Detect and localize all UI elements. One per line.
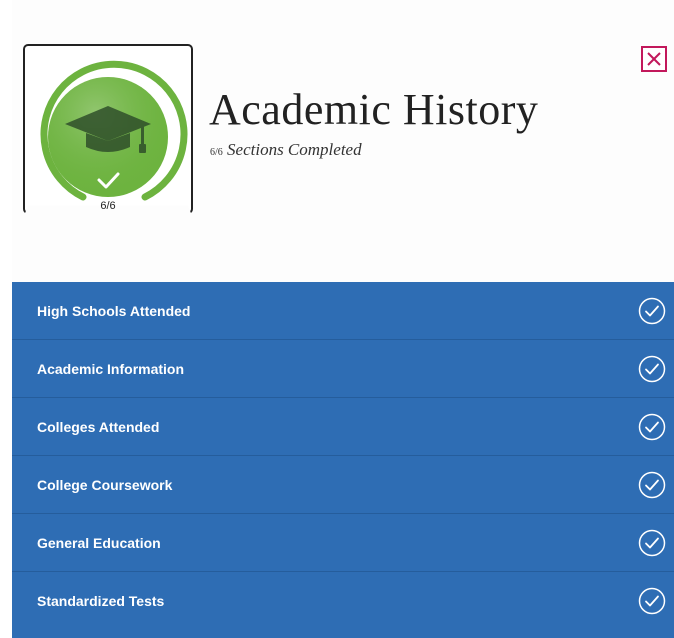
section-label: General Education	[37, 534, 161, 551]
close-icon	[647, 52, 661, 66]
section-row-standardized-tests[interactable]: Standardized Tests	[12, 572, 674, 630]
section-label: Standardized Tests	[37, 593, 165, 609]
graduation-cap-badge-icon	[40, 60, 188, 201]
section-label: High Schools Attended	[37, 302, 191, 319]
section-row-colleges-attended[interactable]: Colleges Attended	[12, 398, 674, 456]
badge-progress-count: 6/6	[100, 200, 116, 212]
completion-count: 6/6	[210, 147, 223, 158]
section-label: Academic Information	[37, 360, 185, 377]
check-circle-icon	[638, 413, 666, 441]
check-circle-icon	[638, 587, 666, 615]
completion-label: Sections Completed	[227, 140, 362, 159]
section-row-general-education[interactable]: General Education	[12, 514, 674, 572]
check-circle-icon	[638, 355, 666, 383]
academic-history-modal: 6/6 Academic History 6/6 Sections Comple…	[12, 0, 674, 638]
check-circle-icon	[638, 471, 666, 499]
section-label: Colleges Attended	[37, 418, 160, 435]
page-title: Academic History	[209, 85, 539, 134]
section-row-high-schools-attended[interactable]: High Schools Attended	[12, 282, 674, 340]
check-circle-icon	[638, 529, 666, 557]
section-row-college-coursework[interactable]: College Coursework	[12, 456, 674, 514]
completion-status: 6/6 Sections Completed	[210, 140, 362, 160]
check-circle-icon	[638, 297, 666, 325]
section-row-academic-information[interactable]: Academic Information	[12, 340, 674, 398]
modal-header: 6/6 Academic History 6/6 Sections Comple…	[12, 0, 674, 282]
section-label: College Coursework	[37, 476, 173, 493]
close-button[interactable]	[641, 46, 667, 72]
sections-list: High Schools Attended Academic Informati…	[12, 282, 674, 638]
